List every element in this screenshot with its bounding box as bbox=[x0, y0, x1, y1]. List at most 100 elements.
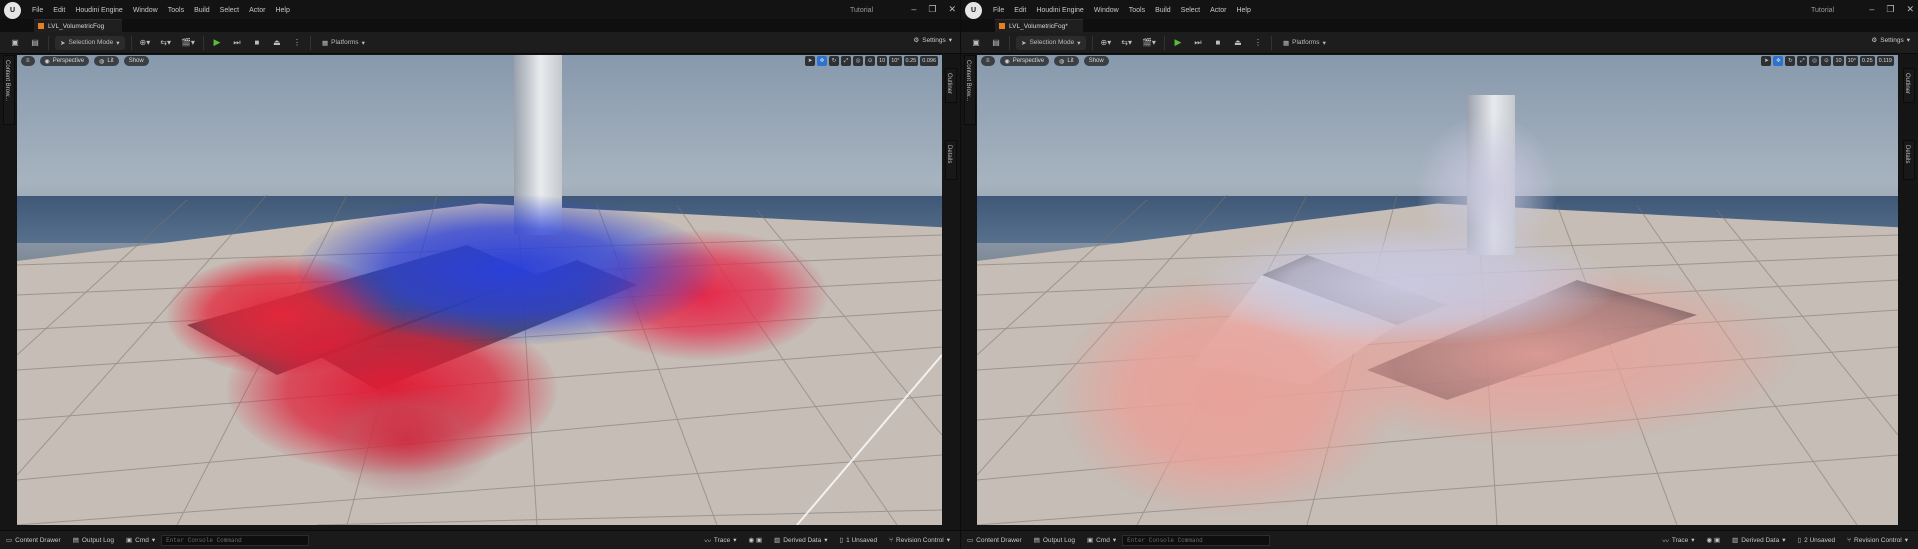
outliner-side-tab[interactable]: Outliner bbox=[1903, 68, 1915, 103]
surface-snap-icon[interactable]: ⊙ bbox=[1821, 56, 1832, 66]
details-side-tab[interactable]: Details bbox=[945, 140, 957, 180]
unsaved-button[interactable]: ▯ 1 Unsaved bbox=[833, 536, 883, 545]
viewport-menu-button[interactable]: ≡ bbox=[21, 56, 35, 66]
minimize-icon[interactable]: – bbox=[911, 4, 916, 15]
details-side-tab[interactable]: Details bbox=[1903, 140, 1915, 180]
scale-tool-icon[interactable]: ⤢ bbox=[841, 56, 852, 66]
platforms-dropdown[interactable]: ▦ Platforms ▾ bbox=[1278, 36, 1331, 50]
content-browser-side-tab[interactable]: Content Brow... bbox=[3, 55, 15, 125]
derived-data-button[interactable]: ▥ Derived Data ▾ bbox=[768, 536, 833, 545]
camera-speed-button[interactable]: 0.119 bbox=[1876, 56, 1894, 66]
settings-button[interactable]: ⚙ Settings ▾ bbox=[913, 36, 952, 45]
eject-icon[interactable]: ⏏ bbox=[270, 36, 284, 50]
add-actor-icon[interactable]: ⊕▾ bbox=[138, 36, 153, 50]
world-space-icon[interactable]: ◎ bbox=[1809, 56, 1820, 66]
close-icon[interactable]: ✕ bbox=[1906, 4, 1914, 15]
console-input[interactable]: Enter Console Command bbox=[1122, 534, 1271, 546]
menu-window[interactable]: Window bbox=[1089, 7, 1124, 14]
menu-actor[interactable]: Actor bbox=[1205, 7, 1231, 14]
eject-icon[interactable]: ⏏ bbox=[1231, 36, 1245, 50]
select-tool-icon[interactable]: ➤ bbox=[805, 56, 816, 66]
map-tab[interactable]: LVL_VolumetricFog* bbox=[995, 19, 1083, 32]
cinematics-icon[interactable]: 🎬▾ bbox=[179, 36, 197, 50]
lit-button[interactable]: ◍ Lit bbox=[94, 56, 119, 66]
menu-build[interactable]: Build bbox=[1150, 7, 1176, 14]
play-icon[interactable]: ▶ bbox=[1171, 36, 1185, 50]
minimize-icon[interactable]: – bbox=[1869, 4, 1874, 15]
selection-mode-dropdown[interactable]: ➤ Selection Mode ▾ bbox=[1016, 35, 1086, 50]
lit-button[interactable]: ◍ Lit bbox=[1054, 56, 1079, 66]
settings-button[interactable]: ⚙ Settings ▾ bbox=[1871, 36, 1910, 45]
output-log-button[interactable]: ▤ Output Log bbox=[67, 536, 120, 545]
menu-houdini-engine[interactable]: Houdini Engine bbox=[70, 7, 127, 14]
step-icon[interactable]: ⏭ bbox=[230, 36, 244, 50]
maximize-icon[interactable]: ❐ bbox=[1886, 4, 1894, 15]
translate-tool-icon[interactable]: ✥ bbox=[817, 56, 828, 66]
more-options-icon[interactable]: ⋮ bbox=[290, 36, 304, 50]
translate-tool-icon[interactable]: ✥ bbox=[1773, 56, 1784, 66]
content-browser-icon[interactable]: ▤ bbox=[989, 36, 1003, 50]
angle-snap-button[interactable]: 10° bbox=[889, 56, 902, 66]
revision-control-button[interactable]: ⑂ Revision Control ▾ bbox=[1841, 536, 1914, 545]
content-browser-icon[interactable]: ▤ bbox=[28, 36, 42, 50]
cinematics-icon[interactable]: 🎬▾ bbox=[1140, 36, 1158, 50]
trace-dropdown[interactable]: 〰 Trace ▾ bbox=[698, 535, 742, 546]
content-drawer-button[interactable]: ▭ Content Drawer bbox=[0, 536, 67, 545]
cmd-dropdown[interactable]: ▣ Cmd ▾ bbox=[120, 536, 161, 545]
menu-select[interactable]: Select bbox=[215, 7, 244, 14]
save-icon[interactable]: ▣ bbox=[969, 36, 983, 50]
blueprint-icon[interactable]: ⇆▾ bbox=[158, 36, 173, 50]
world-space-icon[interactable]: ◎ bbox=[853, 56, 864, 66]
close-icon[interactable]: ✕ bbox=[948, 4, 956, 15]
grid-snap-button[interactable]: 10 bbox=[877, 56, 888, 66]
grid-snap-button[interactable]: 10 bbox=[1833, 56, 1844, 66]
step-icon[interactable]: ⏭ bbox=[1191, 36, 1205, 50]
viewport-scene[interactable]: ≡ ◉ Perspective ◍ Lit Show ➤ ✥ ↻ ⤢ ◎ ⊙ 10 … bbox=[17, 55, 942, 525]
selection-mode-dropdown[interactable]: ➤ Selection Mode ▾ bbox=[55, 35, 125, 50]
menu-file[interactable]: File bbox=[988, 7, 1009, 14]
menu-actor[interactable]: Actor bbox=[244, 7, 270, 14]
menu-tools[interactable]: Tools bbox=[163, 7, 189, 14]
camera-speed-button[interactable]: 0.096 bbox=[920, 56, 938, 66]
outliner-side-tab[interactable]: Outliner bbox=[945, 68, 957, 103]
menu-houdini-engine[interactable]: Houdini Engine bbox=[1031, 7, 1088, 14]
unreal-logo-icon[interactable]: U bbox=[965, 2, 982, 19]
select-tool-icon[interactable]: ➤ bbox=[1761, 56, 1772, 66]
unsaved-button[interactable]: ▯ 2 Unsaved bbox=[1791, 536, 1841, 545]
show-button[interactable]: Show bbox=[1083, 56, 1109, 66]
output-log-button[interactable]: ▤ Output Log bbox=[1028, 536, 1081, 545]
derived-data-button[interactable]: ▥ Derived Data ▾ bbox=[1726, 536, 1791, 545]
menu-tools[interactable]: Tools bbox=[1124, 7, 1150, 14]
content-drawer-button[interactable]: ▭ Content Drawer bbox=[961, 536, 1028, 545]
unreal-logo-icon[interactable]: U bbox=[4, 2, 21, 19]
revision-control-button[interactable]: ⑂ Revision Control ▾ bbox=[883, 536, 956, 545]
angle-snap-button[interactable]: 10° bbox=[1845, 56, 1858, 66]
viewport-scene[interactable]: ≡ ◉ Perspective ◍ Lit Show ➤ ✥ ↻ ⤢ ◎ ⊙ 10 … bbox=[977, 55, 1898, 525]
scale-tool-icon[interactable]: ⤢ bbox=[1797, 56, 1808, 66]
scale-snap-button[interactable]: 0.25 bbox=[903, 56, 919, 66]
perspective-button[interactable]: ◉ Perspective bbox=[999, 56, 1050, 66]
rotate-tool-icon[interactable]: ↻ bbox=[829, 56, 840, 66]
viewport-menu-button[interactable]: ≡ bbox=[981, 56, 995, 66]
rotate-tool-icon[interactable]: ↻ bbox=[1785, 56, 1796, 66]
perspective-button[interactable]: ◉ Perspective bbox=[39, 56, 90, 66]
blueprint-icon[interactable]: ⇆▾ bbox=[1119, 36, 1134, 50]
menu-file[interactable]: File bbox=[27, 7, 48, 14]
menu-select[interactable]: Select bbox=[1176, 7, 1205, 14]
menu-edit[interactable]: Edit bbox=[1009, 7, 1031, 14]
maximize-icon[interactable]: ❐ bbox=[928, 4, 936, 15]
level-viewport[interactable]: ≡ ◉ Perspective ◍ Lit Show ➤ ✥ ↻ ⤢ ◎ ⊙ 10 … bbox=[17, 55, 942, 525]
record-icon[interactable]: ◉ ▣ bbox=[1701, 536, 1727, 544]
menu-build[interactable]: Build bbox=[189, 7, 215, 14]
stop-icon[interactable]: ■ bbox=[250, 36, 264, 50]
cmd-dropdown[interactable]: ▣ Cmd ▾ bbox=[1081, 536, 1122, 545]
menu-help[interactable]: Help bbox=[270, 7, 294, 14]
menu-help[interactable]: Help bbox=[1231, 7, 1255, 14]
save-icon[interactable]: ▣ bbox=[8, 36, 22, 50]
content-browser-side-tab[interactable]: Content Brow... bbox=[964, 55, 976, 125]
console-input[interactable]: Enter Console Command bbox=[161, 534, 310, 546]
stop-icon[interactable]: ■ bbox=[1211, 36, 1225, 50]
add-actor-icon[interactable]: ⊕▾ bbox=[1099, 36, 1114, 50]
trace-dropdown[interactable]: 〰 Trace ▾ bbox=[1656, 535, 1700, 546]
platforms-dropdown[interactable]: ▦ Platforms ▾ bbox=[317, 36, 370, 50]
